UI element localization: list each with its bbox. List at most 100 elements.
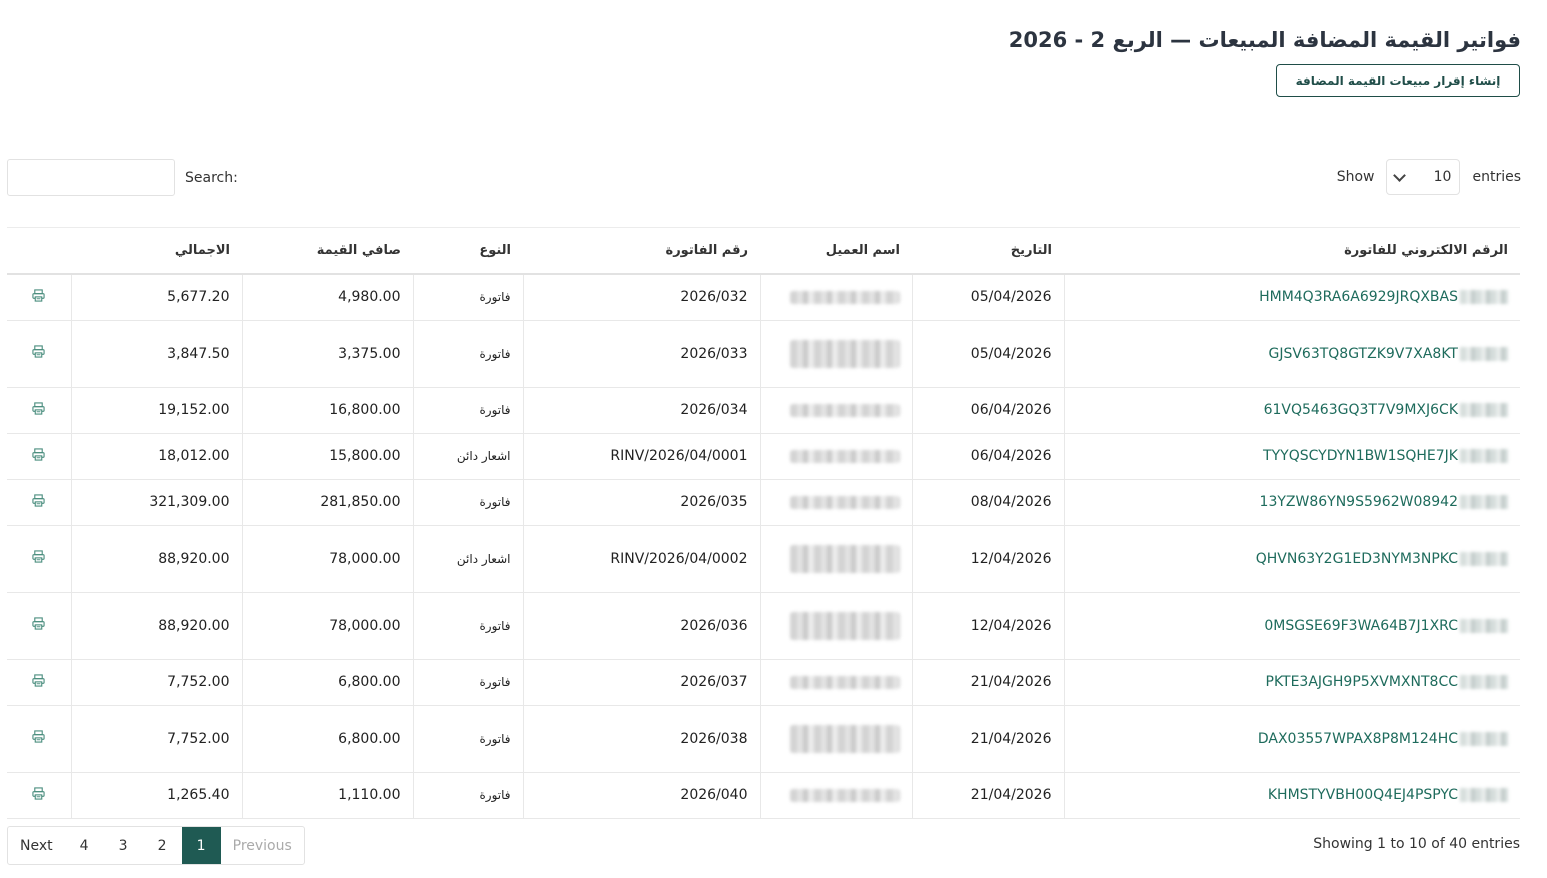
- table-row: 7,752.00 6,800.00 فاتورة 2026/038 21/04/2026…: [7, 705, 1520, 773]
- print-icon[interactable]: [32, 550, 45, 563]
- print-icon[interactable]: [32, 493, 45, 507]
- einvoice-number-cell: HMM4Q3RA6A6929JRQXBAS: [1063, 274, 1520, 321]
- table-row: 88,920.00 78,000.00 فاتورة 2026/036 12/04/20…: [7, 592, 1520, 660]
- print-icon[interactable]: [32, 401, 45, 415]
- invoice-number-cell: 2026/037: [522, 659, 760, 706]
- date-cell: 05/04/2026: [911, 274, 1064, 321]
- print-cell: [7, 525, 71, 593]
- column-header-total[interactable]: الاجمالي: [71, 228, 242, 275]
- search-label: Search:: [185, 169, 238, 186]
- pagination-page-2[interactable]: 2: [143, 827, 182, 864]
- einvoice-number-cell: QHVN63Y2G1ED3NYM3NPKC: [1063, 525, 1520, 593]
- print-icon[interactable]: [32, 673, 45, 687]
- einvoice-number-cell: 0MSGSE69F3WA64B7J1XRC: [1063, 592, 1520, 660]
- print-cell: [7, 320, 71, 388]
- date-cell: 21/04/2026: [911, 659, 1064, 706]
- column-header-invoice-number[interactable]: رقم الفاتورة: [523, 228, 760, 275]
- invoice-number-cell: 2026/038: [522, 705, 760, 773]
- date-cell: 05/04/2026: [911, 320, 1064, 388]
- redacted-customer-name: [789, 449, 900, 463]
- total-cell: 5,677.20: [70, 274, 242, 321]
- customer-cell: [759, 525, 912, 593]
- total-cell: 1,265.40: [70, 772, 242, 819]
- pagination-page-1[interactable]: 1: [181, 827, 221, 864]
- redacted-uuid-tail: [1460, 346, 1508, 361]
- redacted-uuid-tail: [1460, 551, 1508, 566]
- redacted-uuid-tail: [1460, 788, 1508, 802]
- page-title: فواتير القيمة المضافة المبيعات — الربع 2…: [1008, 28, 1521, 52]
- type-cell: اشعار دائن: [412, 525, 523, 593]
- create-vat-return-button[interactable]: إنشاء إقرار مبيعات القيمة المضافة: [1276, 64, 1520, 97]
- net-cell: 281,850.00: [241, 479, 413, 526]
- redacted-customer-name: [789, 403, 900, 417]
- date-cell: 21/04/2026: [911, 772, 1064, 819]
- pagination-page-4[interactable]: 4: [65, 827, 104, 864]
- type-cell: اشعار دائن: [412, 433, 523, 480]
- customer-cell: [759, 274, 912, 321]
- customer-cell: [759, 659, 912, 706]
- redacted-customer-name: [789, 544, 900, 573]
- table-row: 18,012.00 15,800.00 اشعار دائن RINV/2026/04…: [7, 433, 1520, 480]
- pagination: Next 4 3 2 1 Previous: [7, 826, 305, 865]
- table-info: Showing 1 to 10 of 40 entries: [1313, 836, 1520, 852]
- pagination-page-3[interactable]: 3: [104, 827, 143, 864]
- print-cell: [7, 705, 71, 773]
- search-control: Search:: [7, 159, 238, 196]
- print-icon[interactable]: [32, 447, 45, 461]
- redacted-customer-name: [789, 611, 900, 640]
- customer-cell: [759, 772, 912, 819]
- show-label: Show: [1336, 169, 1375, 185]
- redacted-uuid-tail: [1460, 675, 1508, 689]
- column-header-type[interactable]: النوع: [413, 228, 523, 275]
- einvoice-link[interactable]: HMM4Q3RA6A6929JRQXBAS: [1259, 289, 1458, 305]
- table-header-row: الاجمالي صافي القيمة النوع رقم الفاتورة …: [7, 228, 1520, 275]
- redacted-uuid-tail: [1460, 290, 1508, 305]
- print-icon[interactable]: [32, 730, 45, 743]
- pagination-previous[interactable]: Previous: [221, 827, 304, 864]
- pagination-next[interactable]: Next: [8, 827, 65, 864]
- invoice-number-cell: 2026/040: [522, 772, 760, 819]
- einvoice-link[interactable]: KHMSTYVBH00Q4EJ4PSPYC: [1268, 787, 1458, 803]
- total-cell: 321,309.00: [70, 479, 242, 526]
- einvoice-link[interactable]: QHVN63Y2G1ED3NYM3NPKC: [1256, 551, 1458, 567]
- print-icon[interactable]: [32, 617, 45, 630]
- table-row: 88,920.00 78,000.00 اشعار دائن RINV/2026/04…: [7, 525, 1520, 593]
- einvoice-link[interactable]: PKTE3AJGH9P5XVMXNT8CC: [1266, 674, 1459, 690]
- print-cell: [7, 659, 71, 706]
- print-icon[interactable]: [32, 345, 45, 358]
- redacted-customer-name: [789, 788, 900, 802]
- redacted-uuid-tail: [1460, 449, 1508, 463]
- total-cell: 3,847.50: [70, 320, 242, 388]
- redacted-uuid-tail: [1460, 618, 1508, 633]
- einvoice-number-cell: TYYQSCYDYN1BW1SQHE7JK: [1063, 433, 1520, 480]
- total-cell: 88,920.00: [70, 592, 242, 660]
- einvoice-link[interactable]: TYYQSCYDYN1BW1SQHE7JK: [1263, 448, 1458, 464]
- customer-cell: [759, 433, 912, 480]
- print-icon[interactable]: [32, 786, 45, 800]
- entries-select[interactable]: 10: [1386, 159, 1461, 195]
- print-cell: [7, 772, 71, 819]
- einvoice-link[interactable]: DAX03557WPAX8P8M124HC: [1258, 731, 1458, 747]
- column-header-net[interactable]: صافي القيمة: [242, 228, 413, 275]
- search-input[interactable]: [7, 159, 175, 196]
- table-row: 321,309.00 281,850.00 فاتورة 2026/035 08/04/…: [7, 479, 1520, 526]
- einvoice-link[interactable]: GJSV63TQ8GTZK9V7XA8KT: [1268, 346, 1458, 362]
- print-icon[interactable]: [32, 289, 45, 302]
- column-header-date[interactable]: التاريخ: [912, 228, 1064, 275]
- einvoice-link[interactable]: 0MSGSE69F3WA64B7J1XRC: [1264, 618, 1458, 634]
- einvoice-link[interactable]: 61VQ5463GQ3T7V9MXJ6CK: [1264, 402, 1458, 418]
- einvoice-number-cell: DAX03557WPAX8P8M124HC: [1063, 705, 1520, 773]
- entries-select-value: 10: [1433, 169, 1452, 185]
- column-header-einvoice-number[interactable]: الرقم الالكتروني للفاتورة: [1064, 228, 1520, 275]
- invoices-table: الاجمالي صافي القيمة النوع رقم الفاتورة …: [7, 228, 1520, 819]
- table-row: 7,752.00 6,800.00 فاتورة 2026/037 21/04/2026…: [7, 659, 1520, 706]
- redacted-customer-name: [789, 724, 900, 753]
- entries-label: entries: [1472, 169, 1521, 185]
- total-cell: 7,752.00: [70, 659, 242, 706]
- einvoice-link[interactable]: 13YZW86YN9S5962W08942: [1260, 494, 1458, 510]
- redacted-customer-name: [789, 675, 900, 689]
- customer-cell: [759, 320, 912, 388]
- net-cell: 6,800.00: [241, 705, 413, 773]
- column-header-customer[interactable]: اسم العميل: [760, 228, 912, 275]
- customer-cell: [759, 479, 912, 526]
